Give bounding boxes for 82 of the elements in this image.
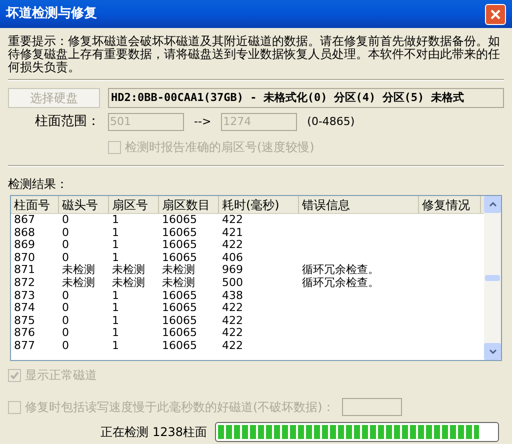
table-cell-text: 1 <box>111 226 120 240</box>
table-cell-text: 874 <box>13 302 36 315</box>
table-cell-text: 421 <box>221 226 244 240</box>
table-cell-text: 未检测 <box>161 264 196 277</box>
column-header[interactable]: 错误信息 <box>299 196 419 213</box>
column-header[interactable]: 柱面号 <box>11 196 59 213</box>
table-cell-text: 16065 <box>161 340 198 353</box>
ms-input-field[interactable] <box>342 398 402 416</box>
table-cell-text: 0 <box>61 239 70 252</box>
table-cell-text: 876 <box>13 327 36 340</box>
table-cell-text: 0 <box>61 226 70 240</box>
table-cell-text: 循环冗余检查。 <box>301 276 380 290</box>
table-cell-text: 1 <box>111 290 120 302</box>
table-cell-text: 16065 <box>161 290 198 302</box>
table-cell-text: 0 <box>61 214 70 227</box>
table-cell-text: 422 <box>221 340 244 353</box>
table-cell-text: 未检测 <box>111 264 146 277</box>
table-cell-text: 422 <box>221 239 244 252</box>
column-header[interactable]: 耗时(毫秒) <box>219 196 299 213</box>
range-limits: (0-4865) <box>307 114 355 130</box>
table-cell-text: 0 <box>61 290 70 302</box>
table-cell-text: 871 <box>13 264 36 277</box>
table-cell-text: 422 <box>221 327 244 340</box>
scroll-thumb[interactable] <box>485 275 500 281</box>
checkbox-label: 修复时包括读写速度慢于此毫秒数的好磁道(不破坏数据)： <box>25 399 334 416</box>
table-cell-text: 1 <box>111 214 120 227</box>
table-cell-text: 未检测 <box>161 276 196 290</box>
disk-info-field: HD2:0BB-00CAA1(37GB) - 未格式化(0) 分区(4) 分区(5) 未格式 <box>108 88 504 108</box>
table-cell-text: 未检测 <box>111 276 146 290</box>
progress-label: 正在检测 1238柱面 <box>100 424 208 441</box>
table-cell-text: 422 <box>221 214 244 227</box>
notice-text: 重要提示：修复坏磁道会破坏坏磁道及其附近磁道的数据。请在修复前首先做好数据备份。如待修复磁盘上存有重要数据，请将磁盘送到专业数据恢复人员处理。本软件不对由此带来的任何损失负责。 <box>8 35 501 74</box>
cylinder-range-label: 柱面范围： <box>34 113 101 132</box>
table-cell-text: 438 <box>221 290 244 302</box>
table-cell-text: 0 <box>61 327 70 340</box>
table-cell-text: 877 <box>13 340 36 353</box>
table-cell-text: 16065 <box>161 314 198 328</box>
results-label: 检测结果： <box>8 176 69 193</box>
table-cell-text: 0 <box>61 340 70 353</box>
table-cell-text: 未检测 <box>61 264 96 277</box>
checkbox-label: 显示正常磁道 <box>25 367 97 384</box>
table-cell-text: 422 <box>221 302 244 315</box>
close-button[interactable] <box>485 4 506 24</box>
table-cell-text: 406 <box>221 252 244 264</box>
table-cell-text: 0 <box>61 314 70 328</box>
table-cell-text: 循环冗余检查。 <box>301 264 380 277</box>
column-header[interactable]: 扇区号 <box>109 196 159 213</box>
table-cell-text: 867 <box>13 214 36 227</box>
column-header[interactable]: 修复情况 <box>419 196 481 213</box>
table-cell-text: 500 <box>221 276 244 290</box>
table-cell-text: 422 <box>221 314 244 328</box>
checkbox-label: 检测时报告准确的扇区号(速度较慢) <box>125 139 314 156</box>
table-cell-text: 868 <box>13 226 36 240</box>
scroll-down-button[interactable] <box>484 343 501 360</box>
table-cell-text: 1 <box>111 239 120 252</box>
table-cell-text: 16065 <box>161 214 198 227</box>
table-cell-text: 872 <box>13 276 36 290</box>
table-cell-text: 1 <box>111 302 120 315</box>
scrollbar[interactable] <box>484 196 501 360</box>
scroll-up-button[interactable] <box>484 196 501 213</box>
table-cell-text: 870 <box>13 252 36 264</box>
table-cell-text: 0 <box>61 252 70 264</box>
table-cell-text: 1 <box>111 252 120 264</box>
table-cell-text: 875 <box>13 314 36 328</box>
arrow-text: --> <box>194 114 212 130</box>
table-cell-text: 1 <box>111 340 120 353</box>
table-cell-text: 1 <box>111 327 120 340</box>
table-cell-text: 16065 <box>161 226 198 240</box>
close-icon <box>490 8 501 20</box>
table-cell-text: 未检测 <box>61 276 96 290</box>
window-title: 坏道检测与修复 <box>6 5 97 24</box>
table-cell-text: 873 <box>13 290 36 302</box>
table-cell-text: 969 <box>221 264 244 277</box>
table-cell-text: 869 <box>13 239 36 252</box>
table-cell-text: 16065 <box>161 327 198 340</box>
table-cell-text: 16065 <box>161 302 198 315</box>
table-cell-text: 0 <box>61 302 70 315</box>
column-header[interactable]: 扇区数目 <box>159 196 219 213</box>
table-cell-text: 16065 <box>161 239 198 252</box>
table-cell-text: 1 <box>111 314 120 328</box>
column-header[interactable]: 磁头号 <box>59 196 109 213</box>
table-cell-text: 16065 <box>161 252 198 264</box>
